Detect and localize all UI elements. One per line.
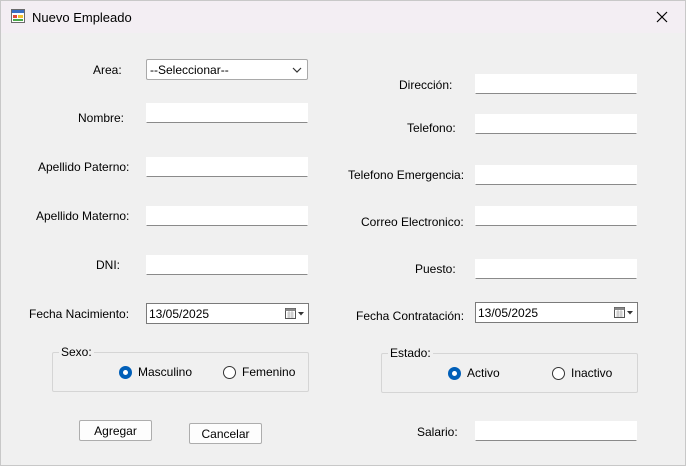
sexo-group: Sexo: Masculino Femenino [52,345,309,392]
salario-input[interactable] [475,421,637,441]
telefono-label: Telefono: [407,121,456,135]
radio-inactivo[interactable]: Inactivo [552,366,612,380]
radio-masculino-indicator [119,365,132,379]
radio-femenino-label: Femenino [242,365,296,379]
fecha-nacimiento-picker[interactable]: 13/05/2025 [146,303,309,324]
nombre-input[interactable] [146,103,308,123]
agregar-button[interactable]: Agregar [79,420,152,441]
dni-input[interactable] [146,255,308,275]
radio-activo-indicator [448,366,461,380]
estado-group: Estado: Activo Inactivo [381,346,638,393]
radio-inactivo-indicator [552,366,565,380]
correo-label: Correo Electronico: [361,215,464,229]
cancelar-button[interactable]: Cancelar [189,423,262,444]
fecha-nacimiento-value: 13/05/2025 [149,307,210,321]
correo-input[interactable] [475,206,637,226]
calendar-icon[interactable] [285,307,305,320]
area-label: Area: [93,63,122,77]
fecha-nacimiento-label: Fecha Nacimiento: [29,307,130,321]
close-button[interactable] [639,1,685,32]
radio-masculino-label: Masculino [138,365,193,379]
area-select[interactable]: --Seleccionar-- [146,59,308,80]
puesto-label: Puesto: [415,262,456,276]
radio-masculino[interactable]: Masculino [119,365,192,379]
telefono-emergencia-input[interactable] [475,165,637,185]
new-employee-window: Nuevo Empleado Area: --Seleccionar-- Nom… [0,0,686,466]
radio-femenino[interactable]: Femenino [223,365,295,379]
radio-femenino-indicator [223,365,236,379]
radio-activo[interactable]: Activo [448,366,500,380]
fecha-contratacion-picker[interactable]: 13/05/2025 [475,302,638,323]
estado-legend: Estado: [388,346,433,360]
puesto-input[interactable] [475,259,637,279]
apellido-materno-input[interactable] [146,206,308,226]
fecha-contratacion-label: Fecha Contratación: [356,309,465,323]
title-bar: Nuevo Empleado [1,1,685,33]
dni-label: DNI: [96,258,120,272]
nombre-label: Nombre: [78,111,125,125]
calendar-icon[interactable] [614,306,634,319]
apellido-paterno-input[interactable] [146,157,308,177]
chevron-down-icon [292,67,302,73]
radio-inactivo-label: Inactivo [571,366,613,380]
apellido-materno-label: Apellido Materno: [36,209,130,223]
radio-activo-label: Activo [467,366,500,380]
window-title: Nuevo Empleado [32,10,132,25]
sexo-legend: Sexo: [59,345,94,359]
fecha-contratacion-value: 13/05/2025 [478,306,539,320]
close-icon [656,11,668,22]
telefono-emergencia-label: Telefono Emergencia: [348,168,465,182]
app-form-icon [11,9,25,23]
apellido-paterno-label: Apellido Paterno: [38,160,130,174]
area-select-value: --Seleccionar-- [150,63,229,77]
salario-label: Salario: [417,425,458,439]
direccion-input[interactable] [475,74,637,94]
telefono-input[interactable] [475,114,637,134]
direccion-label: Dirección: [399,78,453,92]
